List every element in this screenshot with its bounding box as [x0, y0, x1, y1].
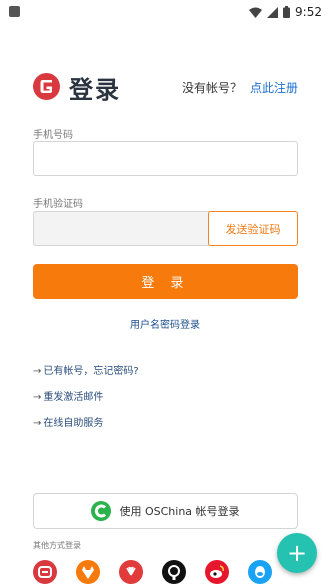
help-link-label: 重发激活邮件 [43, 392, 104, 403]
password-login-link[interactable]: 用户名密码登录 [0, 316, 330, 331]
login-header: 登录 没有帐号？ 点此注册 [33, 72, 298, 104]
oschina-login-label: 使用 OSChina 帐号登录 [119, 505, 240, 518]
app-notification-icon [9, 6, 20, 17]
help-link-label: 在线自助服务 [43, 418, 104, 429]
arrow-right-icon: → [33, 418, 42, 429]
arrow-right-icon: → [33, 366, 42, 377]
status-time: 9:52 [295, 5, 322, 19]
status-indicators: 9:52 [249, 4, 322, 20]
signal-icon [267, 6, 279, 18]
register-prompt-text: 没有帐号？ [181, 81, 242, 95]
page-title: 登录 [69, 76, 121, 104]
self-service-link[interactable]: → 在线自助服务 [33, 414, 103, 429]
login-button[interactable]: 登 录 [33, 264, 298, 299]
code-input[interactable] [33, 211, 209, 246]
other-login-label: 其他方式登录 [33, 541, 81, 550]
social-login-row [33, 560, 298, 584]
gitee-logo-icon [33, 73, 60, 100]
phone-input[interactable] [33, 141, 298, 176]
send-code-button[interactable]: 发送验证码 [208, 211, 298, 246]
huawei-icon[interactable] [119, 560, 143, 584]
add-fab-button[interactable]: + [277, 533, 317, 573]
oschina-icon [91, 501, 112, 521]
logo-g-mark [40, 80, 52, 93]
phone-label: 手机号码 [33, 130, 73, 141]
github-icon[interactable] [162, 560, 186, 584]
arrow-right-icon: → [33, 392, 42, 403]
help-link-label: 已有帐号，忘记密码? [43, 366, 139, 377]
resend-activation-link[interactable]: → 重发激活邮件 [33, 388, 103, 403]
qq-icon[interactable] [248, 560, 272, 584]
register-prompt: 没有帐号？ 点此注册 [182, 79, 298, 96]
code-label: 手机验证码 [33, 199, 83, 210]
weibo-icon[interactable] [205, 560, 229, 584]
status-bar: 9:52 [0, 0, 330, 24]
battery-icon [283, 6, 291, 18]
wifi-icon [249, 7, 263, 18]
oschina-login-button[interactable]: 使用 OSChina 帐号登录 [33, 493, 298, 529]
register-link[interactable]: 点此注册 [250, 81, 298, 95]
forgot-password-link[interactable]: → 已有帐号，忘记密码? [33, 362, 139, 377]
gitlab-icon[interactable] [76, 560, 100, 584]
gitee-icon[interactable] [33, 560, 57, 584]
